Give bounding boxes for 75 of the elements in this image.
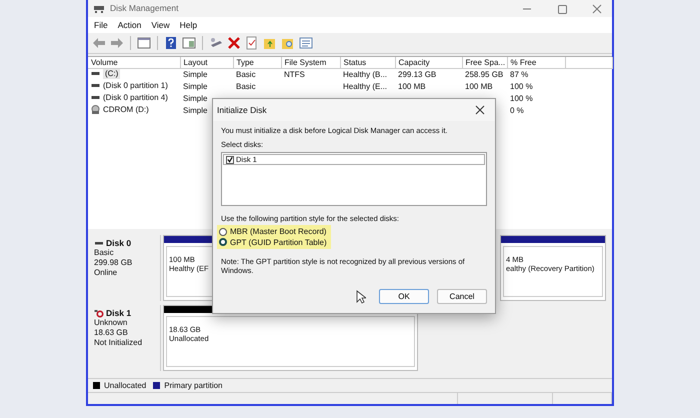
close-icon (591, 4, 603, 14)
delete-icon (227, 36, 241, 50)
disk-detail: 299.98 GB (94, 258, 134, 268)
radio-button[interactable] (219, 228, 227, 236)
table-cell: 100 MB (465, 82, 493, 92)
table-cell: Basic (236, 70, 256, 80)
mouse-pointer-icon (356, 290, 366, 304)
back-arrow-button[interactable] (92, 36, 106, 50)
disk-detail: Basic (94, 248, 115, 258)
table-cell: 87 % (510, 70, 528, 80)
panel-icon (137, 36, 151, 50)
back-arrow-icon (92, 36, 106, 50)
drive-label[interactable]: (Disk 0 partition 4) (103, 92, 168, 102)
table-cell: 100 % (510, 94, 533, 104)
table-cell: Simple (183, 70, 208, 80)
menu-item[interactable]: File (94, 20, 108, 30)
checklist-button[interactable] (245, 36, 259, 50)
drive-label[interactable]: (Disk 0 partition 1) (103, 81, 168, 91)
legend-label: Unallocated (104, 380, 146, 391)
table-cell: 0 % (510, 106, 524, 115)
column-header[interactable]: Type (233, 56, 281, 69)
checkmark-icon (227, 156, 233, 163)
help-icon (164, 36, 178, 50)
list-icon (299, 36, 313, 50)
checkbox[interactable] (226, 156, 234, 164)
menu-item[interactable]: Help (180, 20, 198, 30)
dialog-button[interactable]: Cancel (437, 289, 487, 304)
column-header[interactable]: Capacity (395, 56, 462, 69)
radio-label[interactable]: GPT (GUID Partition Table) (230, 238, 327, 248)
menu-item[interactable]: View (151, 20, 170, 30)
dialog-title: Initialize Disk (217, 104, 267, 116)
legend-label: Primary partition (164, 380, 222, 391)
column-header[interactable]: File System (281, 56, 340, 69)
table-cell: 100 MB (398, 82, 426, 92)
table-cell: 100 % (510, 82, 533, 92)
disk-name: Disk 0 (106, 238, 132, 248)
table-cell: 299.13 GB (398, 70, 436, 80)
disk-detail: Not Initialized (94, 338, 144, 348)
table-cell: 258.95 GB (465, 70, 504, 80)
table-cell: Simple (183, 82, 208, 92)
table-cell: Basic (236, 82, 256, 92)
panel-icon (182, 36, 196, 50)
close-icon (475, 105, 485, 115)
panel-button[interactable] (137, 36, 151, 50)
column-header[interactable]: Free Spa... (462, 56, 507, 69)
window-title: Disk Management (110, 3, 180, 14)
maximize-icon (556, 4, 568, 14)
disk-detail: Unknown (94, 318, 128, 328)
radio-label[interactable]: MBR (Master Boot Record) (230, 227, 326, 237)
table-cell: Simple (183, 94, 208, 104)
radio-button[interactable] (219, 238, 227, 246)
table-cell: Healthy (E... (343, 82, 388, 92)
disk-detail: 18.63 GB (94, 328, 129, 338)
column-header[interactable]: Volume (88, 56, 180, 69)
column-header[interactable]: Layout (180, 56, 233, 69)
forward-arrow-button[interactable] (110, 36, 124, 50)
panel-button[interactable] (182, 36, 196, 50)
app-icon (93, 4, 105, 14)
delete-button[interactable] (227, 36, 241, 50)
menu-item[interactable]: Action (118, 20, 142, 30)
checklist-icon (245, 36, 259, 50)
table-cell: NTFS (284, 70, 305, 80)
drive-label[interactable]: (C:) (103, 69, 120, 79)
table-cell: Healthy (B... (343, 70, 388, 80)
dialog-button[interactable]: OK (379, 289, 429, 304)
disk-name: Disk 1 (106, 308, 132, 318)
column-header[interactable]: % Free (507, 56, 565, 69)
table-cell: Simple (183, 106, 208, 115)
forward-arrow-icon (110, 36, 124, 50)
disc-drive-icon (91, 105, 100, 114)
help-button[interactable] (164, 36, 178, 50)
column-header[interactable]: Status (340, 56, 395, 69)
disk-detail: Online (94, 268, 118, 278)
list-button[interactable] (299, 36, 313, 50)
drive-label[interactable]: CDROM (D:) (103, 104, 149, 114)
